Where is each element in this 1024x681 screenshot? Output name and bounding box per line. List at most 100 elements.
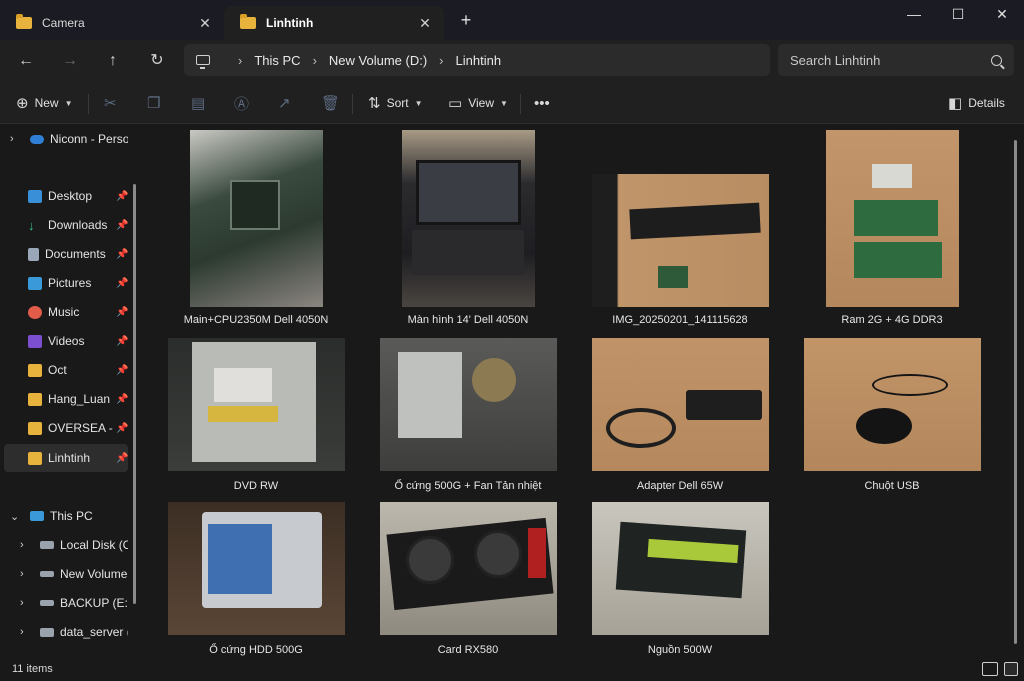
paste-button[interactable]: ▤ (191, 92, 205, 114)
chevron-right-icon[interactable]: › (439, 53, 443, 68)
sidebar-item-hang-luan[interactable]: Hang_Luan 📌 (4, 385, 128, 413)
drive-icon (40, 600, 54, 606)
chevron-right-icon[interactable]: › (20, 539, 34, 551)
new-label: New (34, 96, 59, 110)
refresh-button[interactable]: ↻ (145, 49, 169, 73)
sidebar-item-label: Documents (45, 247, 106, 261)
sidebar-scrollbar[interactable] (133, 184, 136, 604)
sidebar-item-label: BACKUP (E:) (60, 596, 128, 610)
sidebar-item-label: Local Disk (C:) (60, 538, 128, 552)
chevron-down-icon[interactable]: ⌄ (10, 510, 24, 523)
sidebar-item-new-volume[interactable]: › New Volume (D:) (4, 560, 128, 588)
file-name: DVD RW (233, 480, 279, 492)
view-icon: ▭ (448, 95, 463, 112)
sidebar-item-videos[interactable]: Videos 📌 (4, 327, 128, 355)
drive-icon (40, 571, 54, 577)
sidebar-item-music[interactable]: Music 📌 (4, 298, 128, 326)
sidebar-item-pictures[interactable]: Pictures 📌 (4, 269, 128, 297)
status-bar: 11 items (0, 659, 1024, 681)
delete-button[interactable]: 🗑 (321, 92, 340, 114)
sidebar-item-data-server[interactable]: › data_server (\\ (4, 618, 128, 646)
chevron-right-icon[interactable]: › (313, 53, 317, 68)
copy-icon: ❐ (147, 95, 161, 112)
file-name: Màn hình 14' Dell 4050N (407, 314, 529, 326)
command-bar: ⊕ New ▼ ✂ ❐ ▤ Ⓐ ↗ 🗑 ⇅ Sort ▼ ▭ View ▼ ••… (0, 82, 1024, 124)
breadcrumb-linhtinh[interactable]: Linhtinh (456, 53, 502, 68)
sort-button[interactable]: ⇅ Sort ▼ (368, 92, 423, 114)
sidebar-item-backup[interactable]: › BACKUP (E:) (4, 589, 128, 617)
network-drive-icon (40, 627, 54, 637)
large-icons-view-icon[interactable] (1004, 662, 1018, 676)
sidebar-item-downloads[interactable]: ↓ Downloads 📌 (4, 211, 128, 239)
forward-button[interactable]: → (58, 49, 82, 73)
videos-icon (28, 334, 42, 348)
details-pane-icon: ◧ (948, 95, 963, 112)
pin-icon: 📌 (116, 248, 129, 260)
thumbnail-image (380, 502, 557, 635)
sidebar-item-oversea[interactable]: OVERSEA - C 📌 (4, 414, 128, 442)
chevron-down-icon: ▼ (414, 98, 423, 108)
sidebar-item-local-disk[interactable]: › Local Disk (C:) (4, 531, 128, 559)
copy-button[interactable]: ❐ (147, 92, 160, 114)
rename-button[interactable]: Ⓐ (234, 92, 249, 114)
search-input[interactable]: Search Linhtinh (778, 44, 1014, 76)
close-icon[interactable]: ✕ (196, 15, 214, 32)
thumbnail-image (380, 338, 557, 471)
paste-icon: ▤ (191, 95, 206, 112)
view-button[interactable]: ▭ View ▼ (448, 92, 508, 114)
pin-icon: 📌 (116, 335, 129, 347)
sidebar-item-documents[interactable]: Documents 📌 (4, 240, 128, 268)
up-button[interactable]: ↑ (101, 49, 125, 73)
search-icon[interactable] (991, 54, 1002, 66)
pin-icon: 📌 (116, 393, 129, 405)
sidebar-item-onedrive[interactable]: › Niconn - Personal (4, 125, 128, 153)
thumbnail-image (592, 174, 769, 307)
chevron-right-icon[interactable]: › (20, 568, 34, 580)
this-pc-icon (30, 511, 44, 521)
sidebar-item-this-pc[interactable]: ⌄ This PC (4, 502, 128, 530)
chevron-down-icon: ▼ (64, 98, 73, 108)
content-scrollbar[interactable] (1014, 140, 1017, 644)
sidebar-item-label: Pictures (48, 276, 92, 290)
maximize-button[interactable]: ☐ (936, 4, 980, 24)
breadcrumb-new-volume[interactable]: New Volume (D:) (329, 53, 427, 68)
breadcrumb-this-pc[interactable]: This PC (254, 53, 300, 68)
file-name: Ổ cứng 500G + Fan Tản nhiệt (394, 480, 542, 492)
chevron-right-icon[interactable]: › (20, 626, 34, 638)
close-icon[interactable]: ✕ (416, 15, 434, 32)
desktop-icon (28, 189, 42, 203)
toolbar-divider (520, 94, 521, 114)
folder-icon (16, 14, 32, 29)
folder-icon (28, 421, 42, 435)
sidebar-item-desktop[interactable]: Desktop 📌 (4, 182, 128, 210)
sidebar-item-label: This PC (50, 509, 93, 523)
chevron-right-icon[interactable]: › (10, 133, 24, 145)
file-name: Card RX580 (437, 644, 499, 656)
cut-icon: ✂ (104, 95, 117, 112)
share-button[interactable]: ↗ (278, 92, 291, 114)
address-bar[interactable]: › This PC › New Volume (D:) › Linhtinh (184, 44, 770, 76)
file-name: Adapter Dell 65W (636, 480, 724, 492)
window-close-button[interactable]: ✕ (980, 4, 1024, 24)
back-button[interactable]: ← (14, 49, 38, 73)
sidebar-item-label: Desktop (48, 189, 93, 203)
minimize-button[interactable]: — (892, 4, 936, 24)
tab-linhtinh[interactable]: Linhtinh ✕ (224, 6, 444, 40)
details-view-icon[interactable] (982, 662, 998, 676)
item-count: 11 items (12, 663, 53, 675)
pin-icon: 📌 (116, 364, 129, 376)
details-button[interactable]: ◧ Details (948, 92, 1005, 114)
sidebar-item-linhtinh[interactable]: Linhtinh 📌 (4, 444, 128, 472)
chevron-right-icon[interactable]: › (20, 597, 34, 609)
plus-circle-icon: ⊕ (16, 95, 29, 112)
cut-button[interactable]: ✂ (104, 92, 117, 114)
new-button[interactable]: ⊕ New ▼ (16, 92, 73, 114)
download-icon: ↓ (28, 217, 35, 233)
thumbnail-image (190, 130, 323, 307)
title-bar: Camera ✕ Linhtinh ✕ + — ☐ ✕ (0, 0, 1024, 40)
sidebar-item-oct[interactable]: Oct 📌 (4, 356, 128, 384)
sidebar-item-label: Oct (48, 363, 67, 377)
more-options-button[interactable]: ••• (534, 92, 556, 114)
new-tab-button[interactable]: + (456, 10, 476, 31)
tab-camera[interactable]: Camera ✕ (0, 6, 224, 40)
